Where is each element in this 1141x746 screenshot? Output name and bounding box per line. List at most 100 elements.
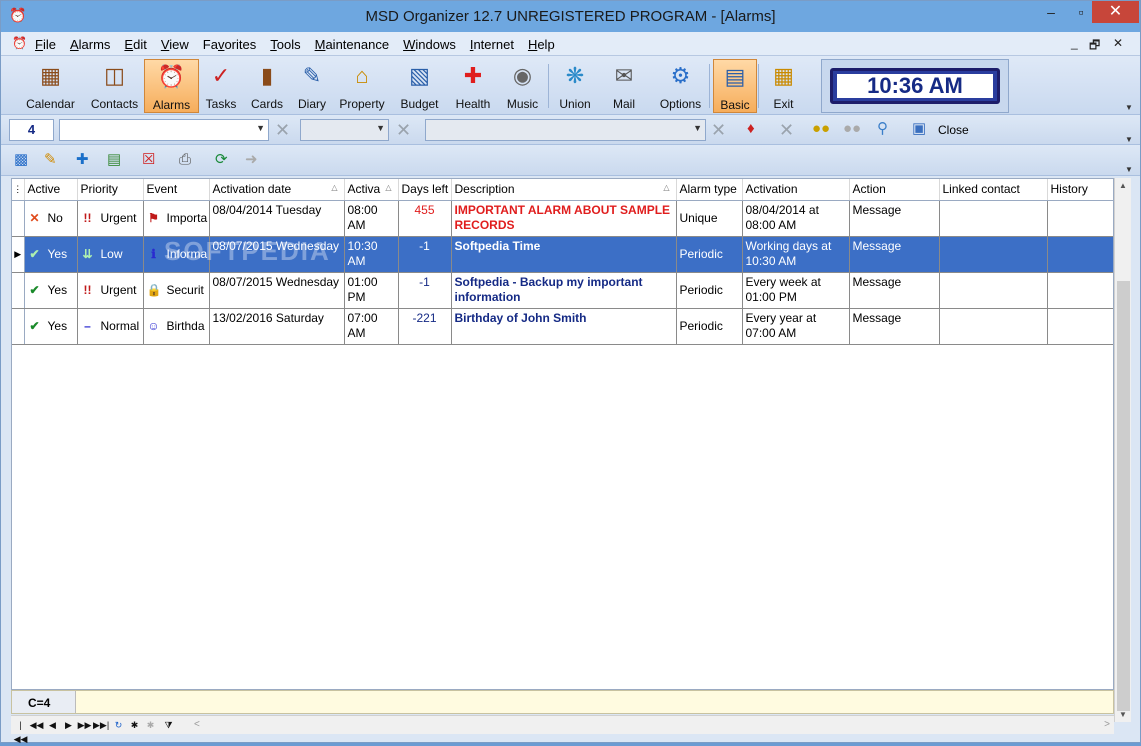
column-header-event[interactable]: Event xyxy=(143,179,210,201)
cell-event[interactable]: ☺ Birthda xyxy=(143,308,210,345)
cell-activation-time[interactable]: 07:00 AM xyxy=(344,308,399,345)
cell-linked-contact[interactable] xyxy=(939,308,1048,345)
toolbar-property-button[interactable]: ⌂ Property xyxy=(335,59,389,113)
toolbar-diary-button[interactable]: ✎ Diary xyxy=(290,59,334,113)
cell-history[interactable] xyxy=(1047,200,1113,237)
magnifier-icon[interactable]: ⚲ xyxy=(877,121,888,137)
row-indicator[interactable] xyxy=(12,308,25,345)
cancel-edit-icon[interactable]: ✱ xyxy=(143,718,158,732)
toolbar-budget-button[interactable]: ▧ Budget xyxy=(394,59,445,113)
cell-linked-contact[interactable] xyxy=(939,200,1048,237)
cell-activation-date[interactable]: 13/02/2016 Saturday xyxy=(209,308,345,345)
row-indicator[interactable] xyxy=(12,272,25,309)
cell-history[interactable] xyxy=(1047,272,1113,309)
menu-internet[interactable]: Internet xyxy=(470,37,514,52)
cell-history[interactable] xyxy=(1047,236,1113,273)
cell-activation-date[interactable]: 08/04/2014 Tuesday xyxy=(209,200,345,237)
menu-maintenance[interactable]: Maintenance xyxy=(315,37,389,52)
cell-priority[interactable]: ⇊ Low xyxy=(77,236,144,273)
filter-combo-3[interactable]: ▼ xyxy=(425,119,706,141)
cell-activation[interactable]: Every year at 07:00 AM xyxy=(742,308,850,345)
find-next-icon[interactable]: ●● xyxy=(843,121,861,137)
cell-alarm-type[interactable]: Periodic xyxy=(676,308,743,345)
print-icon[interactable]: ⎙ xyxy=(179,151,191,169)
edit-record-icon[interactable]: ✎ xyxy=(44,151,57,169)
close-label[interactable]: Close xyxy=(938,123,969,137)
cell-linked-contact[interactable] xyxy=(939,236,1048,273)
column-header-linked-contact[interactable]: Linked contact xyxy=(939,179,1048,201)
cell-activation-time[interactable]: 10:30 AM xyxy=(344,236,399,273)
delete-record-icon[interactable]: ☒ xyxy=(142,151,155,169)
column-header-activation[interactable]: Activation xyxy=(742,179,850,201)
mdi-minimize-button[interactable]: _ xyxy=(1071,36,1078,50)
menu-windows[interactable]: Windows xyxy=(403,37,456,52)
row-indicator[interactable]: ▶ xyxy=(12,236,25,273)
cell-days-left[interactable]: -1 xyxy=(398,236,452,273)
record-count-field[interactable]: 4 xyxy=(9,119,54,141)
vertical-scrollbar[interactable]: ▲ ▼ xyxy=(1114,178,1131,722)
toolbar-health-button[interactable]: ✚ Health xyxy=(448,59,498,113)
cell-active[interactable]: ✔ Yes xyxy=(24,272,78,309)
column-header-priority[interactable]: Priority xyxy=(77,179,144,201)
column-header-action[interactable]: Action xyxy=(849,179,940,201)
cell-action[interactable]: Message xyxy=(849,272,940,309)
filterbar-overflow-icon[interactable]: ▼ xyxy=(1124,135,1134,144)
refresh-icon[interactable]: ⟳ xyxy=(215,151,228,169)
last-page-icon[interactable]: ▶▶| xyxy=(93,718,109,732)
row-indicator[interactable] xyxy=(12,200,25,237)
menu-file[interactable]: File xyxy=(35,37,56,52)
clear-filter-3-icon[interactable]: ✕ xyxy=(711,121,726,139)
toolbar-alarms-button[interactable]: ⏰ Alarms xyxy=(144,59,199,113)
column-header-activa[interactable]: Activa △ xyxy=(344,179,399,201)
clear-filter-1-icon[interactable]: ✕ xyxy=(275,121,290,139)
toolbar-cards-button[interactable]: ▮ Cards xyxy=(245,59,289,113)
cell-linked-contact[interactable] xyxy=(939,272,1048,309)
toolbar-contacts-button[interactable]: ◫ Contacts xyxy=(87,59,142,113)
column-header-active[interactable]: Active xyxy=(24,179,78,201)
filter-icon[interactable]: ⧩ xyxy=(161,718,176,732)
cell-alarm-type[interactable]: Periodic xyxy=(676,272,743,309)
column-header-history[interactable]: History xyxy=(1047,179,1113,201)
cell-history[interactable] xyxy=(1047,308,1113,345)
scroll-up-icon[interactable]: ▲ xyxy=(1119,181,1127,190)
cell-action[interactable]: Message xyxy=(849,308,940,345)
menu-alarms[interactable]: Alarms xyxy=(70,37,110,52)
cell-activation-date[interactable]: 08/07/2015 Wednesday xyxy=(209,272,345,309)
cell-priority[interactable]: !! Urgent xyxy=(77,200,144,237)
prev-page-icon[interactable]: ◀◀ xyxy=(29,718,44,732)
binoculars-icon[interactable]: ●● xyxy=(812,121,830,137)
cell-event[interactable]: ⚑ Importa xyxy=(143,200,210,237)
eraser-icon[interactable]: ♦ xyxy=(747,121,755,137)
cell-priority[interactable]: – Normal xyxy=(77,308,144,345)
insert-record-icon[interactable]: ✱ xyxy=(127,718,142,732)
cell-active[interactable]: ✔ Yes xyxy=(24,308,78,345)
cell-description[interactable]: Birthday of John Smith xyxy=(451,308,677,345)
toolbar-music-button[interactable]: ◉ Music xyxy=(501,59,544,113)
table-row[interactable]: ✕ No!! Urgent ⚑ Importa 08/04/2014 Tuesday 08:… xyxy=(12,200,1113,237)
column-header-description[interactable]: Description △ xyxy=(451,179,677,201)
prev-record-icon[interactable]: ◀ xyxy=(45,718,60,732)
cell-activation-date[interactable]: 08/07/2015 Wednesday xyxy=(209,236,345,273)
add-record-icon[interactable]: ✚ xyxy=(76,151,89,169)
cell-description[interactable]: Softpedia Time xyxy=(451,236,677,273)
menu-favorites[interactable]: Favorites xyxy=(203,37,256,52)
monitor-icon[interactable]: ▩ xyxy=(14,151,28,169)
menu-edit[interactable]: Edit xyxy=(124,37,146,52)
cell-activation-time[interactable]: 01:00 PM xyxy=(344,272,399,309)
toolbar-basic-button[interactable]: ▤ Basic xyxy=(713,59,757,113)
smallbar-overflow-icon[interactable]: ▼ xyxy=(1124,165,1134,174)
column-header-activation-date[interactable]: Activation date △ xyxy=(209,179,345,201)
column-header-alarm-type[interactable]: Alarm type xyxy=(676,179,743,201)
table-row[interactable]: ✔ Yes!! Urgent 🔒 Securit 08/07/2015 Wednesday… xyxy=(12,272,1113,309)
toolbar-mail-button[interactable]: ✉ Mail xyxy=(602,59,646,113)
filter-combo-2[interactable]: ▼ xyxy=(300,119,389,141)
cell-days-left[interactable]: -221 xyxy=(398,308,452,345)
next-record-icon[interactable]: ▶ xyxy=(61,718,76,732)
toolbar-options-button[interactable]: ⚙ Options xyxy=(652,59,709,113)
mdi-close-button[interactable]: ✕ xyxy=(1113,36,1123,50)
column-header-days-left[interactable]: Days left xyxy=(398,179,452,201)
scroll-down-icon[interactable]: ▼ xyxy=(1119,710,1127,719)
toolbar-overflow-icon[interactable]: ▼ xyxy=(1124,103,1134,112)
cell-active[interactable]: ✕ No xyxy=(24,200,78,237)
menu-help[interactable]: Help xyxy=(528,37,555,52)
